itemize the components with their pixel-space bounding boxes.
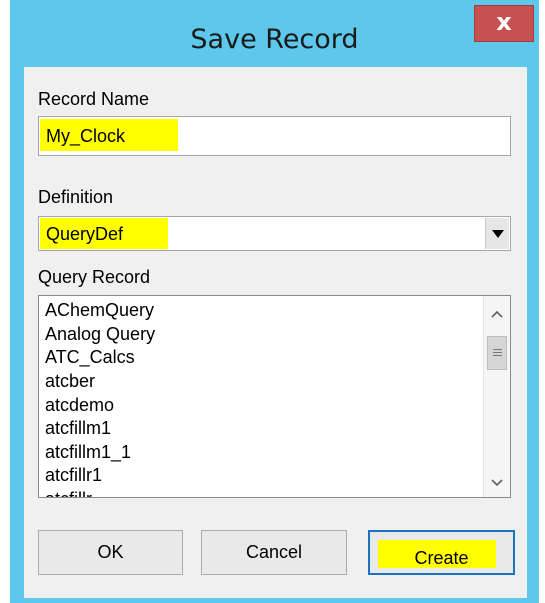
list-item[interactable]: atcdemo — [45, 393, 114, 417]
dialog-title: Save Record — [190, 24, 359, 55]
record-name-input[interactable]: My_Clock — [38, 116, 511, 156]
save-record-window: Save Record x Record Name My_Clock Defin… — [10, 0, 539, 603]
list-item[interactable]: atcfillm1_1 — [45, 440, 131, 464]
create-button[interactable]: Create — [368, 530, 515, 575]
list-item[interactable]: atcfillm1 — [45, 416, 111, 440]
list-item[interactable]: atcfillr... — [45, 487, 106, 497]
scrollbar-thumb[interactable] — [487, 336, 507, 370]
ok-button[interactable]: OK — [38, 530, 183, 575]
scroll-up-icon[interactable] — [484, 304, 511, 324]
list-item[interactable]: atcber — [45, 369, 95, 393]
definition-value: QueryDef — [46, 224, 124, 244]
close-button[interactable]: x — [474, 5, 534, 42]
list-item[interactable]: AChemQuery — [45, 298, 154, 322]
cancel-button-label: Cancel — [245, 542, 303, 562]
list-item[interactable]: Analog Query — [45, 322, 155, 346]
query-record-label: Query Record — [38, 267, 151, 287]
create-button-label: Create — [414, 548, 469, 568]
record-name-label: Record Name — [38, 89, 150, 109]
list-item[interactable]: ATC_Calcs — [45, 345, 135, 369]
close-icon: x — [496, 8, 512, 36]
ok-button-label: OK — [97, 542, 124, 562]
definition-dropdown[interactable]: QueryDef — [38, 216, 511, 251]
record-name-value: My_Clock — [46, 126, 126, 146]
cancel-button[interactable]: Cancel — [201, 530, 347, 575]
list-scrollbar[interactable] — [483, 296, 510, 497]
scroll-down-icon[interactable] — [484, 473, 511, 493]
dialog-body: Record Name My_Clock Definition QueryDef… — [24, 67, 527, 598]
dropdown-button[interactable] — [485, 218, 509, 249]
chevron-down-icon — [491, 229, 504, 238]
definition-label: Definition — [38, 187, 114, 207]
query-record-list[interactable]: AChemQuery Analog Query ATC_Calcs atcber… — [38, 295, 511, 498]
list-item[interactable]: atcfillr1 — [45, 463, 102, 487]
